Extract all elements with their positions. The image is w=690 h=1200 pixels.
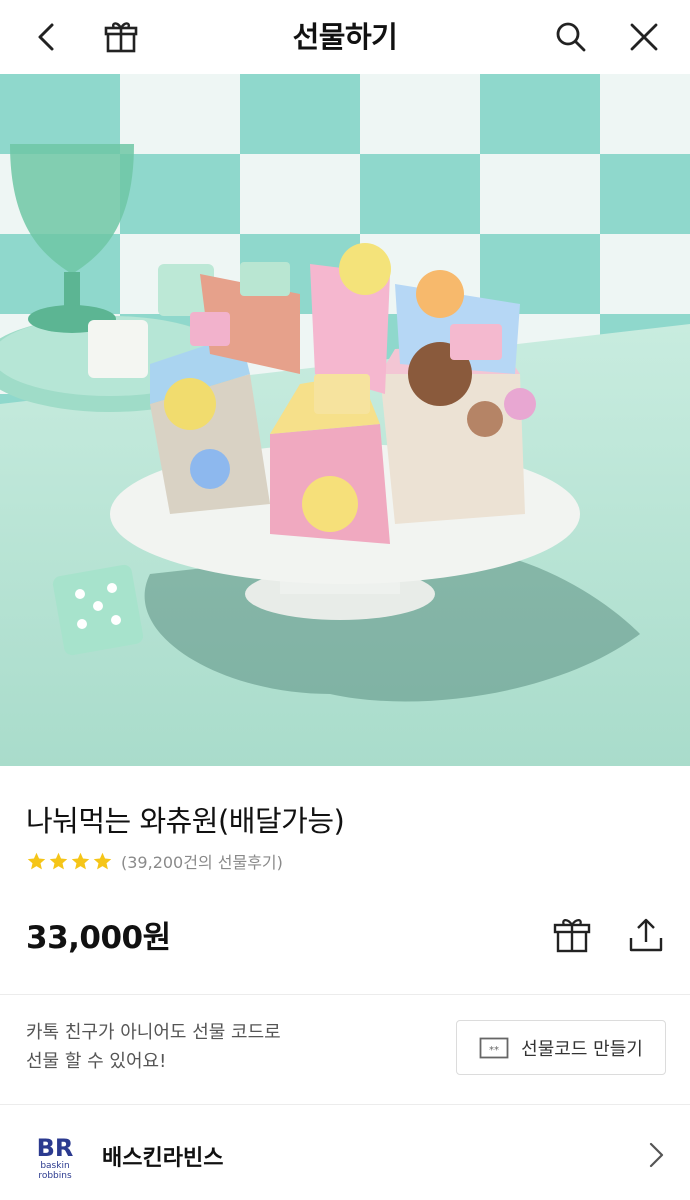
gift-code-description-line2: 선물 할 수 있어요! [26,1051,167,1072]
close-icon [630,23,658,51]
section-divider [0,994,690,995]
chevron-left-icon [38,23,54,51]
create-gift-code-button[interactable]: ** 선물코드 만들기 [456,1020,666,1075]
search-icon [556,22,586,52]
star-icon [27,852,46,869]
gift-box-icon [553,919,591,953]
share-button[interactable] [621,910,671,960]
svg-text:robbins: robbins [38,1171,72,1180]
svg-text:BR: BR [37,1134,74,1162]
product-price: 33,000원 [26,920,171,956]
create-gift-code-label: 선물코드 만들기 [521,1038,643,1060]
gift-code-description-line1: 카톡 친구가 아니어도 선물 코드로 [26,1022,281,1043]
send-gift-button[interactable] [547,910,597,960]
svg-text:**: ** [489,1045,499,1056]
star-icon [93,852,112,869]
search-button[interactable] [546,12,596,62]
product-image [0,74,690,766]
rating-summary: (39,200건의 선물후기) [26,848,283,874]
star-rating [26,851,113,872]
share-icon [629,918,663,952]
brand-name: 배스킨라빈스 [102,1146,224,1171]
star-icon [49,852,68,869]
svg-text:baskin: baskin [40,1161,69,1171]
ticket-icon: ** [479,1037,509,1058]
gift-icon [104,22,138,53]
brand-link-row[interactable]: BR baskin robbins 배스킨라빈스 [0,1106,690,1200]
brand-logo: BR baskin robbins [37,1134,74,1180]
section-divider [0,1104,690,1105]
back-button[interactable] [22,12,72,62]
product-name: 나눠먹는 와츄원(배달가능) [26,804,345,838]
gift-code-description: 카톡 친구가 아니어도 선물 코드로 선물 할 수 있어요! [26,1018,386,1076]
top-app-bar: 선물하기 [0,0,690,74]
review-count-link[interactable]: (39,200건의 선물후기) [121,849,283,873]
close-button[interactable] [619,12,669,62]
chevron-right-icon [649,1142,664,1168]
gift-home-button[interactable] [96,12,146,62]
star-icon [71,852,90,869]
